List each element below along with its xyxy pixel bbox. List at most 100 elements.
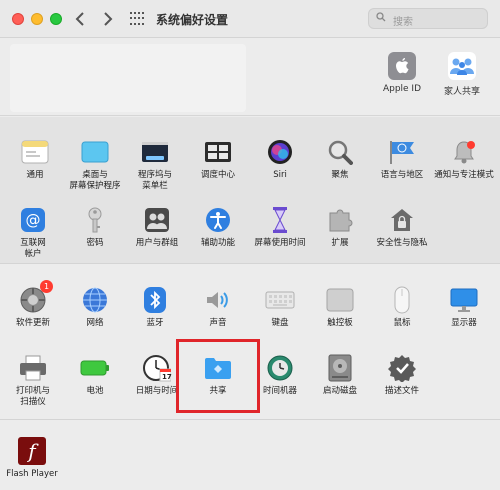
- pane-mission-control[interactable]: 调度中心: [188, 137, 248, 181]
- pane-profiles[interactable]: 描述文件: [372, 353, 432, 397]
- window-title: 系统偏好设置: [156, 13, 229, 27]
- date-time-icon: 17: [142, 353, 172, 383]
- pane-label: 安全性与隐私: [376, 238, 428, 248]
- search-icon: [376, 12, 386, 22]
- pane-extensions[interactable]: 扩展: [310, 205, 370, 249]
- other-prefs-section: f Flash Player: [0, 421, 500, 490]
- pane-screen-time[interactable]: 屏幕使用时间: [250, 205, 310, 249]
- back-button[interactable]: [70, 8, 92, 30]
- account-band: Apple ID 家人共享: [0, 38, 500, 116]
- trackpad-icon: [325, 285, 355, 315]
- language-region-icon: [387, 137, 417, 167]
- forward-button[interactable]: [96, 8, 118, 30]
- hardware-prefs-section: 1 软件更新 网络 蓝牙 声音 键盘 触控板 鼠标 显示器 打印机与 扫描仪 电…: [0, 265, 500, 420]
- pane-trackpad[interactable]: 触控板: [310, 285, 370, 329]
- pane-startup-disk[interactable]: 启动磁盘: [310, 353, 370, 397]
- svg-text:@: @: [26, 211, 41, 229]
- pane-general[interactable]: 通用: [5, 137, 65, 181]
- pane-label: 日期与时间: [135, 386, 179, 396]
- pane-label: 屏幕使用时间: [254, 238, 306, 248]
- pane-passwords[interactable]: 密码: [65, 205, 125, 249]
- pane-label: 通知与专注模式: [434, 170, 494, 180]
- siri-icon: [265, 137, 295, 167]
- displays-icon: [449, 285, 479, 315]
- profile-area[interactable]: [10, 44, 246, 112]
- pane-label: 程序坞与 菜单栏: [137, 170, 172, 191]
- pane-siri[interactable]: Siri: [250, 137, 310, 181]
- pane-sharing[interactable]: 共享: [188, 353, 248, 397]
- pane-accessibility[interactable]: 辅助功能: [188, 205, 248, 249]
- network-icon: [80, 285, 110, 315]
- pane-language-region[interactable]: 语言与地区: [372, 137, 432, 181]
- pane-label: 鼠标: [393, 318, 411, 328]
- dock-menubar-icon: [140, 137, 170, 167]
- pane-keyboard[interactable]: 键盘: [250, 285, 310, 329]
- pane-label: Siri: [273, 170, 287, 180]
- pane-users-groups[interactable]: 用户与群组: [127, 205, 187, 249]
- pane-dock-menubar[interactable]: 程序坞与 菜单栏: [125, 137, 185, 192]
- pane-security-privacy[interactable]: 安全性与隐私: [372, 205, 432, 249]
- spotlight-icon: [325, 137, 355, 167]
- startup-disk-icon: [325, 353, 355, 383]
- minimize-window-button[interactable]: [31, 13, 43, 25]
- pane-bluetooth[interactable]: 蓝牙: [125, 285, 185, 329]
- software-update-icon: 1: [18, 280, 53, 315]
- pane-spotlight[interactable]: 聚焦: [310, 137, 370, 181]
- internet-accounts-icon: @: [18, 205, 48, 235]
- pane-label: 通用: [26, 170, 44, 180]
- pane-flash-player[interactable]: f Flash Player: [2, 437, 62, 480]
- pane-label: 网络: [86, 318, 104, 328]
- extensions-icon: [325, 205, 355, 235]
- pane-label: 电池: [86, 386, 104, 396]
- pane-label: 启动磁盘: [322, 386, 357, 396]
- printers-scanners-icon: [18, 353, 48, 383]
- family-sharing-label: 家人共享: [443, 87, 480, 97]
- pane-displays[interactable]: 显示器: [434, 285, 494, 329]
- close-window-button[interactable]: [12, 13, 24, 25]
- desktop-screensaver-icon: [80, 137, 110, 167]
- pane-notifications[interactable]: 通知与专注模式: [434, 137, 494, 181]
- title-bar: 系统偏好设置 搜索: [0, 0, 500, 38]
- time-machine-icon: [265, 353, 295, 383]
- apple-id-item[interactable]: Apple ID: [370, 52, 434, 94]
- pane-label: 声音: [209, 318, 227, 328]
- apple-id-label: Apple ID: [382, 84, 422, 94]
- pane-label: 互联网 帐户: [20, 238, 46, 259]
- flash-player-icon: f: [18, 437, 46, 465]
- family-sharing-item[interactable]: 家人共享: [430, 52, 494, 97]
- pane-label: Flash Player: [6, 469, 58, 479]
- pane-label: 扩展: [331, 238, 349, 248]
- pane-sound[interactable]: 声音: [188, 285, 248, 329]
- general-icon: [20, 137, 50, 167]
- mouse-icon: [387, 285, 417, 315]
- pane-label: 时间机器: [262, 386, 297, 396]
- mission-control-icon: [203, 137, 233, 167]
- bluetooth-icon: [140, 285, 170, 315]
- pane-internet-accounts[interactable]: @ 互联网 帐户: [3, 205, 63, 260]
- pane-label: 语言与地区: [380, 170, 424, 180]
- pane-label: 软件更新: [15, 318, 50, 328]
- pane-label: 共享: [209, 386, 227, 396]
- chevron-left-icon: [75, 12, 84, 26]
- family-sharing-icon: [448, 52, 476, 80]
- pane-date-time[interactable]: 17 日期与时间: [127, 353, 187, 397]
- search-field[interactable]: 搜索: [368, 8, 488, 29]
- pane-printers-scanners[interactable]: 打印机与 扫描仪: [3, 353, 63, 408]
- pane-label: 蓝牙: [146, 318, 164, 328]
- pane-desktop-screensaver[interactable]: 桌面与 屏幕保护程序: [65, 137, 125, 192]
- sound-icon: [203, 285, 233, 315]
- zoom-window-button[interactable]: [50, 13, 62, 25]
- pane-network[interactable]: 网络: [65, 285, 125, 329]
- pane-label: 桌面与 屏幕保护程序: [69, 170, 121, 191]
- pane-label: 触控板: [327, 318, 353, 328]
- pane-label: 聚焦: [331, 170, 349, 180]
- pane-mouse[interactable]: 鼠标: [372, 285, 432, 329]
- pane-time-machine[interactable]: 时间机器: [250, 353, 310, 397]
- show-all-grid-button[interactable]: [130, 12, 144, 26]
- pane-label: 显示器: [451, 318, 477, 328]
- pane-battery[interactable]: 电池: [65, 353, 125, 397]
- pane-software-update[interactable]: 1 软件更新: [3, 280, 63, 329]
- pane-label: 辅助功能: [200, 238, 235, 248]
- pane-label: 密码: [86, 238, 104, 248]
- keyboard-icon: [265, 285, 295, 315]
